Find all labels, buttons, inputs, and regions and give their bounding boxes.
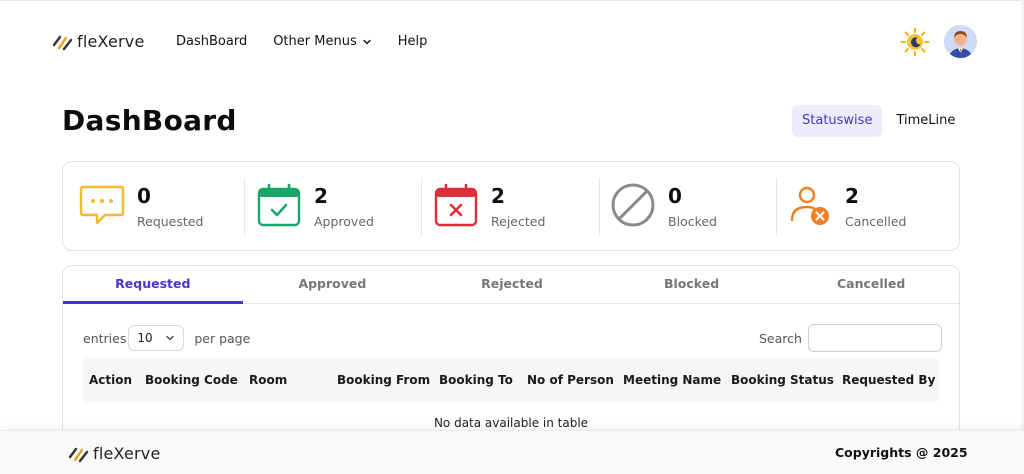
table-search: Search (759, 324, 942, 352)
stat-divider (244, 178, 245, 236)
stat-label: Rejected (491, 214, 546, 229)
stat-blocked[interactable]: 0 Blocked (610, 180, 780, 236)
nav-link-other-menus[interactable]: Other Menus (273, 34, 372, 49)
tab-approved[interactable]: Approved (243, 266, 423, 303)
top-border (0, 0, 1024, 1)
table-empty-message: No data available in table (433, 416, 589, 430)
column-header-booking-status[interactable]: Booking Status (731, 358, 834, 402)
page-title: DashBoard (62, 104, 237, 137)
tab-blocked[interactable]: Blocked (602, 266, 782, 303)
chevron-down-icon (166, 335, 174, 341)
blocked-icon (611, 183, 655, 227)
stat-divider (599, 178, 600, 236)
nav-link-label: Other Menus (273, 34, 357, 49)
brand-logo-icon (68, 447, 89, 462)
chat-bubble-icon (79, 185, 125, 225)
copyright-text: Copyrights @ 2025 (835, 445, 968, 460)
stat-label: Approved (314, 214, 374, 229)
status-tabs: Requested Approved Rejected Blocked Canc… (63, 266, 959, 304)
brand-logo[interactable]: fleXerve (52, 32, 145, 51)
nav-link-dashboard[interactable]: DashBoard (176, 34, 247, 49)
column-header-meeting-name[interactable]: Meeting Name (623, 358, 721, 402)
timeline-view-button[interactable]: TimeLine (886, 105, 965, 137)
stat-label: Cancelled (845, 214, 907, 229)
stat-divider (776, 178, 777, 236)
table-header: Action Booking Code Room Booking From Bo… (83, 358, 939, 402)
theme-toggle-icon[interactable] (900, 27, 930, 57)
stat-count: 0 (137, 184, 151, 208)
footer-brand-name: fleXerve (93, 444, 161, 463)
stat-count: 2 (845, 184, 859, 208)
search-input[interactable] (807, 324, 942, 352)
stat-cancelled[interactable]: 2 Cancelled (787, 180, 957, 236)
footer-brand-logo[interactable]: fleXerve (68, 444, 161, 463)
tab-requested[interactable]: Requested (63, 266, 243, 304)
stat-count: 2 (491, 184, 505, 208)
nav-link-label: DashBoard (176, 34, 248, 49)
status-summary-card: 0 Requested 2 Approved 2 Rejected 0 Bloc… (62, 161, 960, 251)
nav-link-help[interactable]: Help (398, 34, 428, 49)
view-switch: Statuswise TimeLine (792, 105, 969, 137)
chevron-down-icon (363, 39, 371, 44)
entries-control: entries 10 per page (83, 325, 250, 351)
column-header-booking-code[interactable]: Booking Code (145, 358, 238, 402)
calendar-x-icon (434, 183, 478, 227)
footer: fleXerve Copyrights @ 2025 (0, 430, 1024, 474)
column-header-room[interactable]: Room (249, 358, 287, 402)
stat-divider (421, 178, 422, 236)
entries-select[interactable]: 10 (128, 325, 185, 351)
entries-select-value: 10 (137, 331, 153, 345)
tab-rejected[interactable]: Rejected (422, 266, 602, 303)
statuswise-view-button[interactable]: Statuswise (792, 105, 883, 137)
user-avatar[interactable] (944, 25, 977, 58)
tab-cancelled[interactable]: Cancelled (781, 266, 959, 303)
user-avatar-icon (944, 25, 977, 58)
brand-logo-icon (52, 35, 73, 50)
stat-approved[interactable]: 2 Approved (256, 180, 426, 236)
brand-name: fleXerve (77, 32, 145, 51)
entries-label: entries (83, 330, 127, 346)
column-header-action[interactable]: Action (89, 358, 132, 402)
user-cancel-icon (790, 186, 829, 225)
nav-link-label: Help (397, 34, 428, 49)
per-page-label: per page (194, 330, 251, 346)
stat-label: Requested (137, 214, 204, 229)
navbar: fleXerve DashBoard Other Menus Help (0, 20, 1024, 64)
search-label: Search (759, 330, 802, 346)
stat-count: 0 (668, 184, 682, 208)
stat-requested[interactable]: 0 Requested (79, 180, 249, 236)
nav-menu: DashBoard Other Menus Help (176, 34, 453, 49)
column-header-booking-from[interactable]: Booking From (337, 358, 430, 402)
calendar-check-icon (257, 183, 301, 227)
column-header-requested-by[interactable]: Requested By (842, 358, 935, 402)
stat-rejected[interactable]: 2 Rejected (433, 180, 603, 236)
stat-label: Blocked (668, 214, 717, 229)
column-header-no-of-person[interactable]: No of Person (527, 358, 614, 402)
stat-count: 2 (314, 184, 328, 208)
column-header-booking-to[interactable]: Booking To (439, 358, 513, 402)
